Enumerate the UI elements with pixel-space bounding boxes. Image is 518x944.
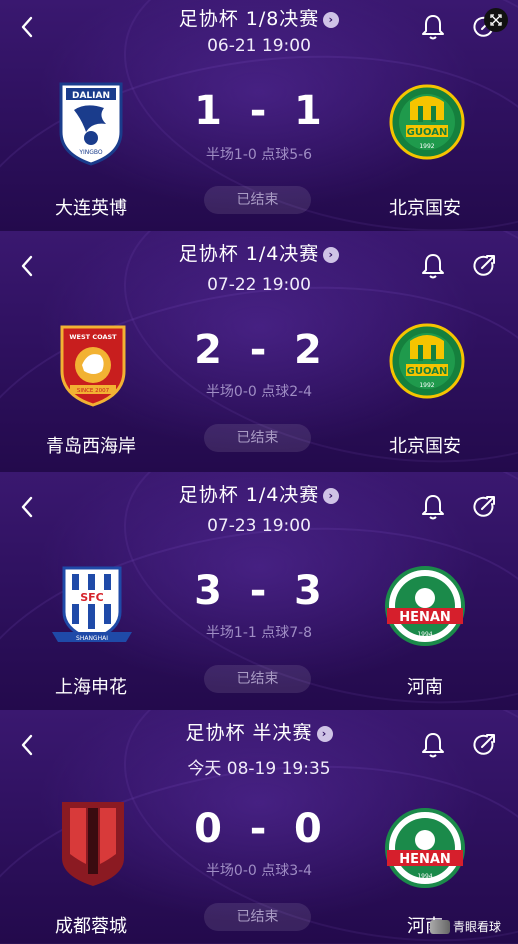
watermark-logo-icon bbox=[430, 919, 450, 934]
score-dash: - bbox=[249, 88, 269, 134]
bell-icon[interactable] bbox=[418, 492, 448, 522]
watermark-text: 青眼看球 bbox=[453, 920, 502, 934]
bell-icon[interactable] bbox=[418, 12, 448, 42]
chevron-right-icon: › bbox=[323, 488, 340, 504]
home-score: 1 bbox=[194, 88, 224, 134]
away-score: 2 bbox=[294, 327, 324, 373]
away-score: 3 bbox=[294, 568, 324, 614]
bell-icon[interactable] bbox=[418, 730, 448, 760]
status-badge: 已结束 bbox=[204, 903, 311, 931]
score: 0-0 bbox=[0, 806, 518, 852]
share-icon[interactable] bbox=[469, 492, 499, 522]
chevron-right-icon: › bbox=[323, 12, 340, 28]
halftime-penalty-detail: 半场1-0 点球5-6 bbox=[205, 147, 313, 163]
halftime-penalty-detail: 半场0-0 点球3-4 bbox=[205, 863, 313, 879]
score: 3-3 bbox=[0, 568, 518, 614]
chevron-right-icon: › bbox=[316, 726, 333, 742]
home-team-name: 上海申花 bbox=[55, 677, 127, 698]
halftime-penalty-detail: 半场0-0 点球2-4 bbox=[205, 384, 313, 400]
away-team-name: 北京国安 bbox=[389, 436, 461, 457]
fullscreen-icon[interactable] bbox=[484, 8, 508, 32]
score-dash: - bbox=[249, 568, 269, 614]
bell-icon[interactable] bbox=[418, 251, 448, 281]
status-badge: 已结束 bbox=[204, 424, 311, 452]
score: 2-2 bbox=[0, 327, 518, 373]
away-score: 1 bbox=[294, 88, 324, 134]
match-card[interactable]: 足协杯 1/4决赛 › 07-23 19:00 SFC SHANGHAI HENA… bbox=[0, 472, 518, 711]
home-score: 2 bbox=[194, 327, 224, 373]
share-icon[interactable] bbox=[469, 251, 499, 281]
away-team-name: 北京国安 bbox=[389, 198, 461, 219]
score: 1-1 bbox=[0, 88, 518, 134]
status-badge: 已结束 bbox=[204, 186, 311, 214]
match-card[interactable]: 足协杯 1/8决赛 › 06-21 19:00 DALIAN YINGBO GUO… bbox=[0, 0, 518, 232]
halftime-penalty-detail: 半场1-1 点球7-8 bbox=[205, 625, 313, 641]
match-card[interactable]: 足协杯 1/4决赛 › 07-22 19:00 WEST COAST SINCE … bbox=[0, 231, 518, 473]
home-team-name: 大连英博 bbox=[55, 198, 127, 219]
status-badge: 已结束 bbox=[204, 665, 311, 693]
watermark: 青眼看球 bbox=[430, 918, 501, 935]
score-dash: - bbox=[249, 806, 269, 852]
share-icon[interactable] bbox=[469, 730, 499, 760]
away-score: 0 bbox=[294, 806, 324, 852]
chevron-right-icon: › bbox=[323, 247, 340, 263]
home-score: 3 bbox=[194, 568, 224, 614]
match-card[interactable]: 足协杯 半决赛 › 今天 08-19 19:35 HENAN 1994 0-0 半… bbox=[0, 710, 518, 944]
home-score: 0 bbox=[194, 806, 224, 852]
away-team-name: 河南 bbox=[407, 677, 443, 698]
score-dash: - bbox=[249, 327, 269, 373]
home-team-name: 成都蓉城 bbox=[55, 916, 127, 937]
home-team-name: 青岛西海岸 bbox=[46, 436, 136, 457]
